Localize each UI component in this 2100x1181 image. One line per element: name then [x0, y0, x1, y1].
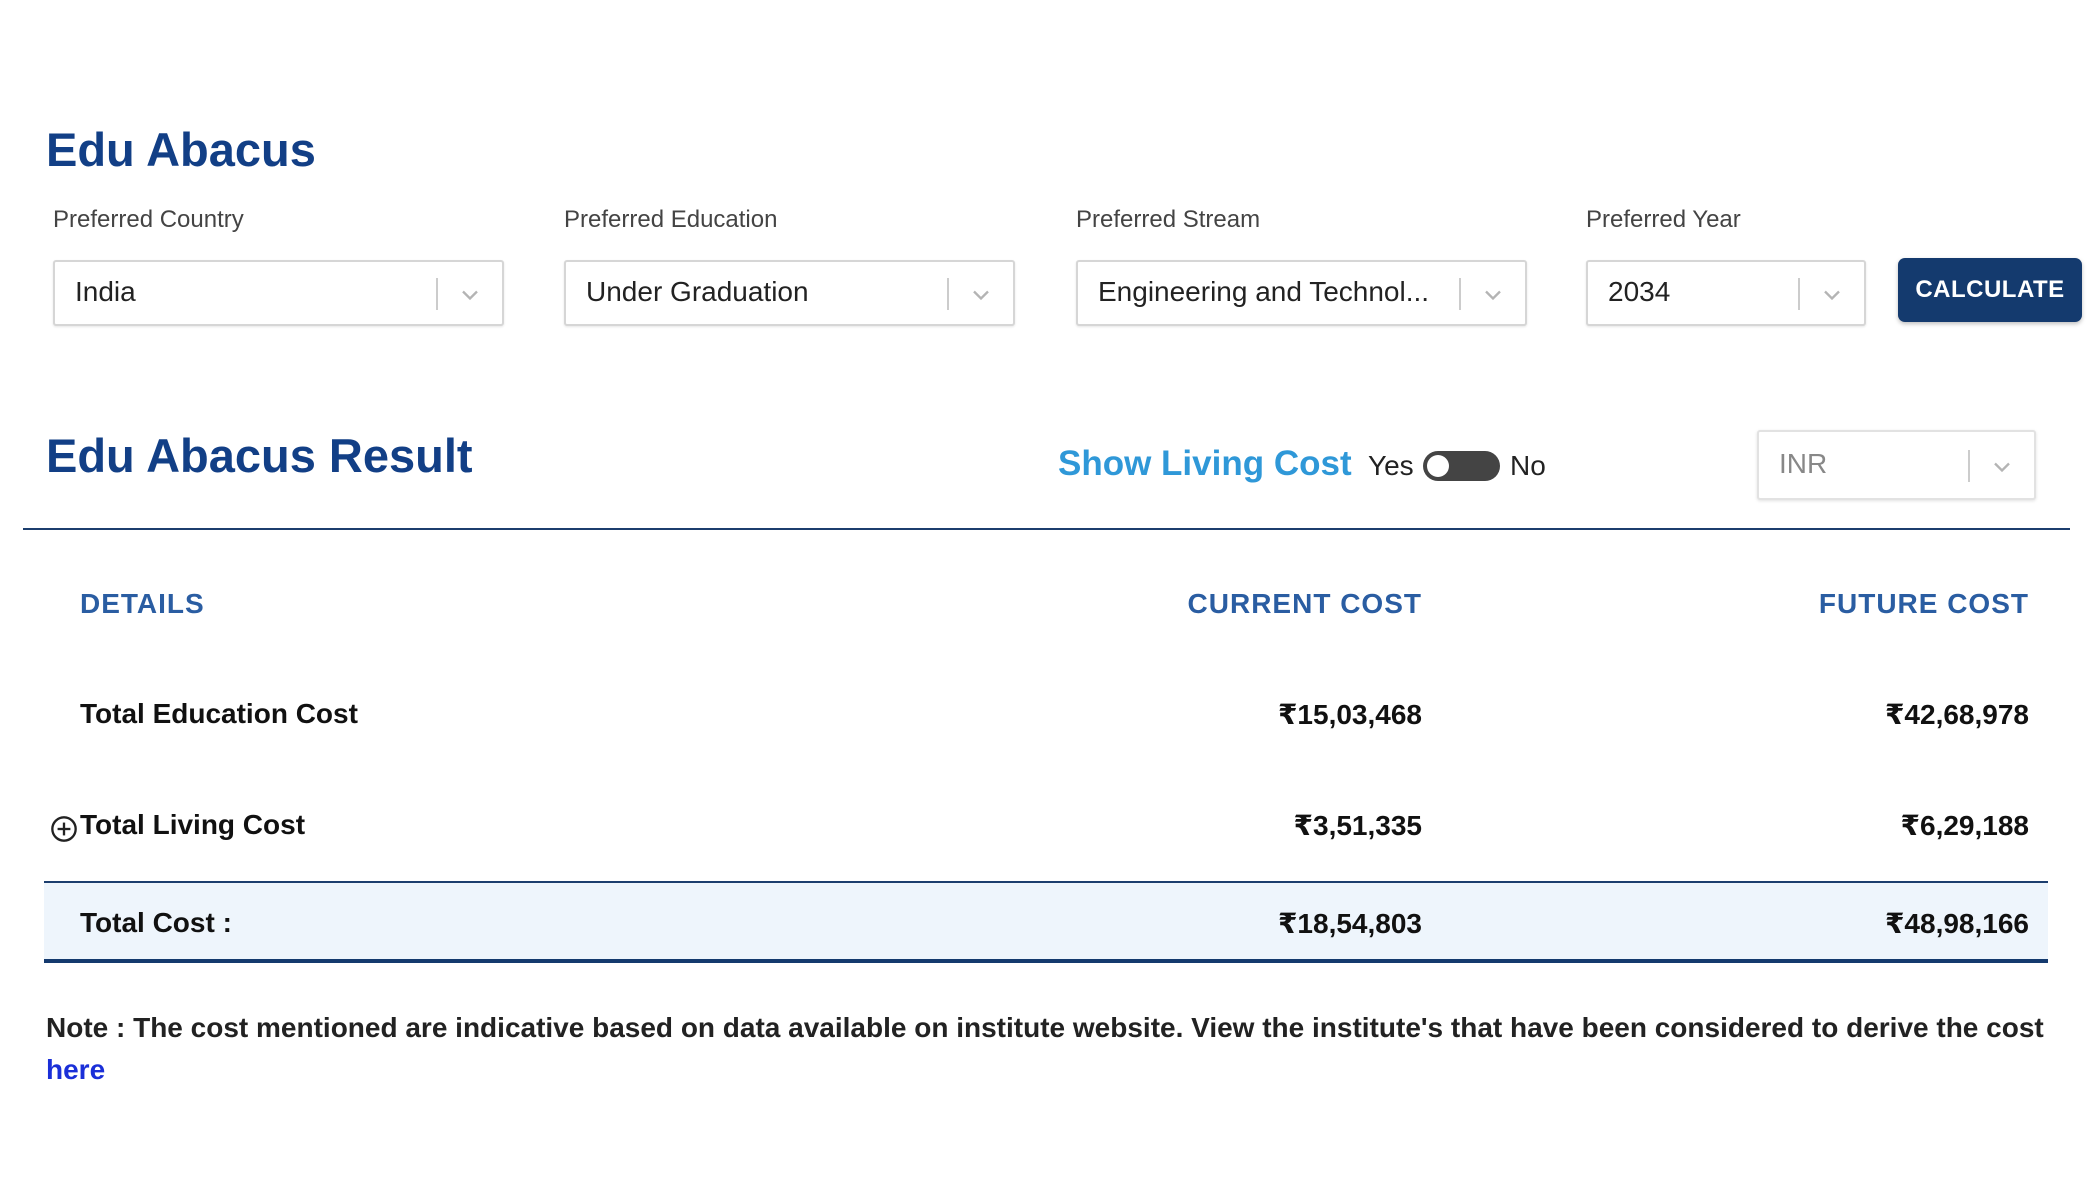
row-education-label: Total Education Cost: [80, 698, 358, 729]
living-cost-toggle[interactable]: [1423, 451, 1500, 481]
select-separator: [436, 278, 438, 310]
row-education-future: ₹42,68,978: [1884, 699, 2029, 730]
select-separator: [1968, 450, 1970, 482]
stream-label: Preferred Stream: [1076, 206, 1261, 233]
stream-select[interactable]: Engineering and Technol...: [1076, 260, 1527, 326]
chevron-down-icon[interactable]: [1818, 281, 1846, 309]
total-row: [44, 881, 2048, 963]
calculate-button[interactable]: CALCULATE: [1898, 258, 2082, 322]
row-living-future: ₹6,29,188: [1900, 810, 2029, 841]
row-living-label: Total Living Cost: [80, 809, 306, 840]
toggle-no-label: No: [1510, 450, 1546, 481]
country-select[interactable]: India: [53, 260, 504, 326]
show-living-cost-label: Show Living Cost: [1058, 444, 1352, 483]
column-header-details: DETAILS: [80, 588, 205, 619]
education-select[interactable]: Under Graduation: [564, 260, 1015, 326]
toggle-yes-label: Yes: [1368, 450, 1414, 481]
chevron-down-icon[interactable]: [1479, 281, 1507, 309]
country-select-value: India: [75, 276, 136, 307]
column-header-future-cost: FUTURE COST: [1818, 588, 2029, 619]
chevron-down-icon[interactable]: [456, 281, 484, 309]
row-total-current: ₹18,54,803: [1277, 908, 1422, 939]
toggle-knob: [1427, 455, 1449, 477]
row-total-future: ₹48,98,166: [1884, 908, 2029, 939]
select-separator: [1798, 278, 1800, 310]
column-header-current-cost: CURRENT COST: [1187, 588, 1422, 619]
here-link[interactable]: here: [46, 1054, 105, 1085]
plus-circle-icon[interactable]: [50, 815, 78, 843]
result-title: Edu Abacus Result: [46, 429, 473, 482]
row-living-current: ₹3,51,335: [1293, 810, 1422, 841]
education-select-value: Under Graduation: [586, 276, 809, 307]
select-separator: [947, 278, 949, 310]
country-label: Preferred Country: [53, 206, 244, 233]
year-label: Preferred Year: [1586, 206, 1741, 233]
year-select[interactable]: 2034: [1586, 260, 1866, 326]
stream-select-value: Engineering and Technol...: [1098, 276, 1430, 307]
page-title: Edu Abacus: [46, 123, 316, 176]
result-divider: [23, 528, 2070, 530]
education-label: Preferred Education: [564, 206, 778, 233]
select-separator: [1459, 278, 1461, 310]
note-text: Note : The cost mentioned are indicative…: [46, 1012, 2044, 1043]
chevron-down-icon[interactable]: [967, 281, 995, 309]
row-education-current: ₹15,03,468: [1277, 699, 1422, 730]
currency-select[interactable]: INR: [1757, 430, 2036, 500]
year-select-value: 2034: [1608, 276, 1671, 307]
chevron-down-icon[interactable]: [1988, 453, 2016, 481]
currency-select-value: INR: [1779, 448, 1828, 479]
row-total-label: Total Cost :: [80, 907, 232, 938]
cost-note: Note : The cost mentioned are indicative…: [46, 1007, 2076, 1091]
